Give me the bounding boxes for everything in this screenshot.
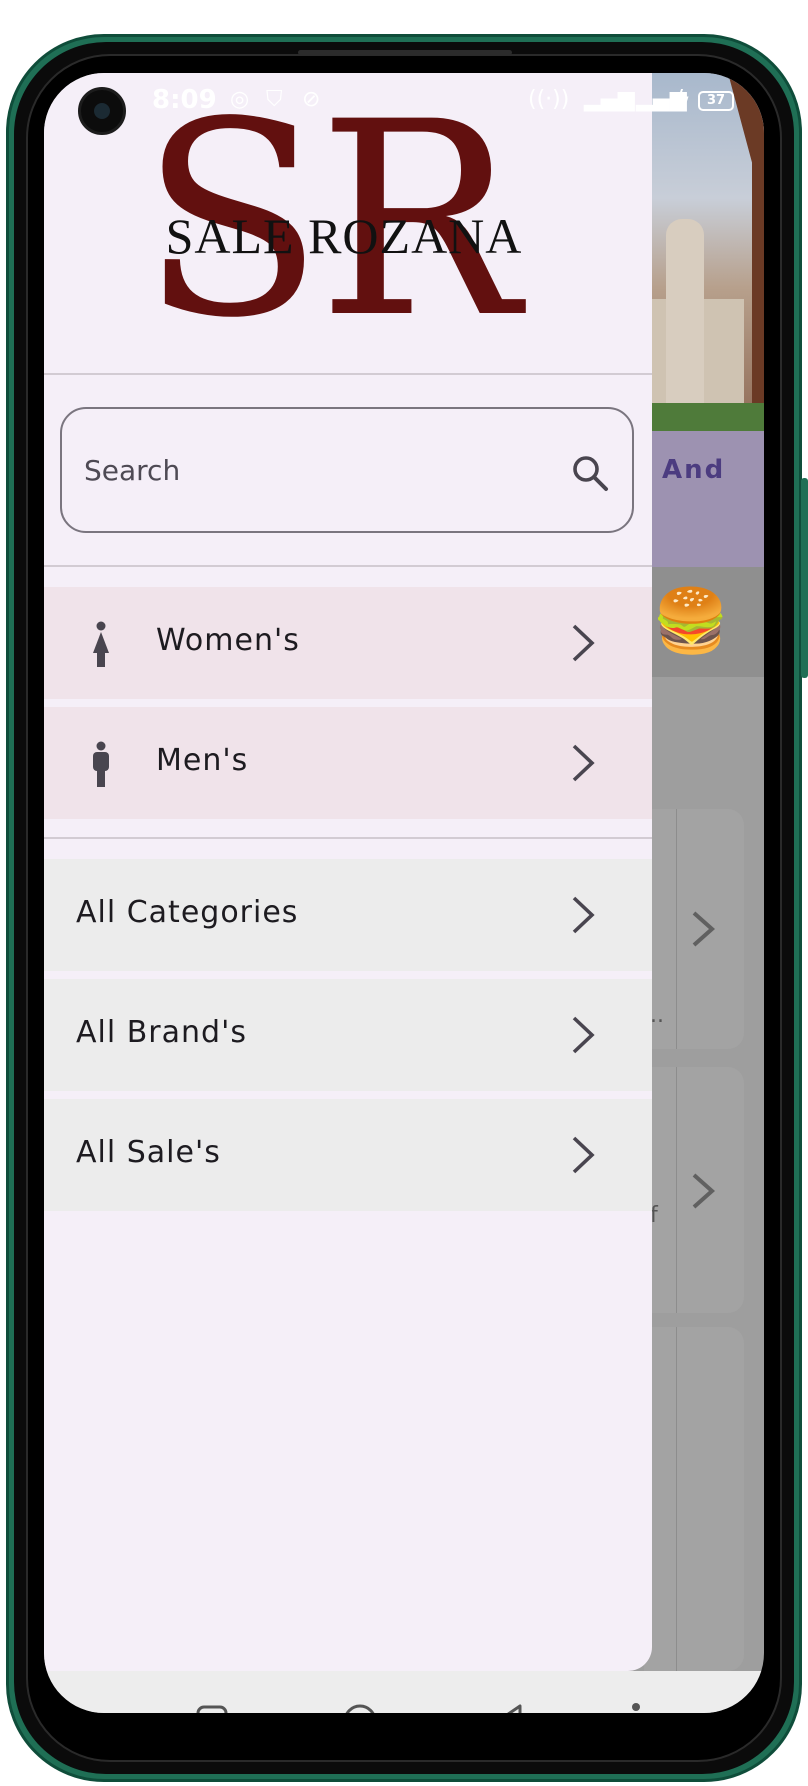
signal-icon: ▂▄▆ xyxy=(584,87,635,112)
drawer-divider xyxy=(44,565,652,567)
menu-item-label: Women's xyxy=(156,623,300,658)
search-field[interactable] xyxy=(60,407,634,533)
menu-item-mens[interactable]: Men's xyxy=(44,707,652,819)
background-card[interactable]: .. xyxy=(644,809,744,1049)
phone-screen: And 🍔 .. f SR SALE ROZANA Search Women's… xyxy=(44,73,764,1713)
burger-icon[interactable]: 🍔 xyxy=(652,585,729,657)
phone-speaker xyxy=(298,50,512,55)
chevron-right-icon xyxy=(572,624,595,662)
status-bar: 8:09 ◎ ⛉ ⊘ ((·)) ▂▄▆ ▂▄▆ ϟ 37 xyxy=(44,73,764,135)
recents-button[interactable] xyxy=(192,1701,232,1713)
chevron-right-icon xyxy=(692,911,716,947)
system-nav-bar xyxy=(44,1671,764,1713)
menu-item-womens[interactable]: Women's xyxy=(44,587,652,699)
chevron-right-icon xyxy=(572,744,595,782)
chevron-right-icon xyxy=(572,1016,595,1054)
menu-item-label: All Categories xyxy=(76,895,299,930)
menu-item-all-sales[interactable]: All Sale's xyxy=(44,1099,652,1211)
card-divider xyxy=(676,1327,677,1671)
man-icon xyxy=(93,741,109,787)
menu-item-all-categories[interactable]: All Categories xyxy=(44,859,652,971)
card-snippet: .. xyxy=(650,1003,664,1028)
blocked-icon: ⊘ xyxy=(302,87,321,112)
chevron-right-icon xyxy=(572,1136,595,1174)
menu-item-label: Men's xyxy=(156,743,249,778)
shield-icon: ⛉ xyxy=(266,87,283,112)
hero-grass xyxy=(644,403,764,431)
menu-item-label: All Brand's xyxy=(76,1015,247,1050)
card-divider xyxy=(676,809,677,1049)
drawer-divider xyxy=(44,373,652,375)
front-camera xyxy=(78,87,126,135)
chevron-right-icon xyxy=(572,896,595,934)
home-button[interactable] xyxy=(340,1701,380,1713)
battery-icon: 37 xyxy=(698,91,734,111)
drawer-divider xyxy=(44,837,652,839)
card-divider xyxy=(676,1067,677,1313)
menu-item-label: All Sale's xyxy=(76,1135,221,1170)
brand-logo-name: SALE ROZANA xyxy=(165,208,523,264)
background-card[interactable]: f xyxy=(644,1067,744,1313)
woman-icon xyxy=(93,621,109,667)
promo-band-text: And xyxy=(662,455,726,485)
background-card[interactable] xyxy=(644,1327,744,1671)
hotspot-icon: ((·)) xyxy=(528,87,570,112)
search-input[interactable] xyxy=(84,445,544,495)
whatsapp-icon: ◎ xyxy=(230,87,250,112)
charging-icon: ϟ xyxy=(676,87,691,112)
navigation-drawer: SR SALE ROZANA Women's xyxy=(44,73,652,1671)
back-button[interactable] xyxy=(490,1701,530,1713)
status-time: 8:09 xyxy=(152,85,217,115)
brand-logo[interactable]: SR SALE ROZANA xyxy=(140,87,540,355)
chevron-right-icon xyxy=(692,1173,716,1209)
accessibility-button[interactable] xyxy=(616,1701,656,1713)
search-icon[interactable] xyxy=(570,453,610,493)
promo-band xyxy=(644,431,764,567)
phone-side-button xyxy=(801,478,808,678)
hero-fort-tower xyxy=(666,219,704,431)
menu-item-all-brands[interactable]: All Brand's xyxy=(44,979,652,1091)
